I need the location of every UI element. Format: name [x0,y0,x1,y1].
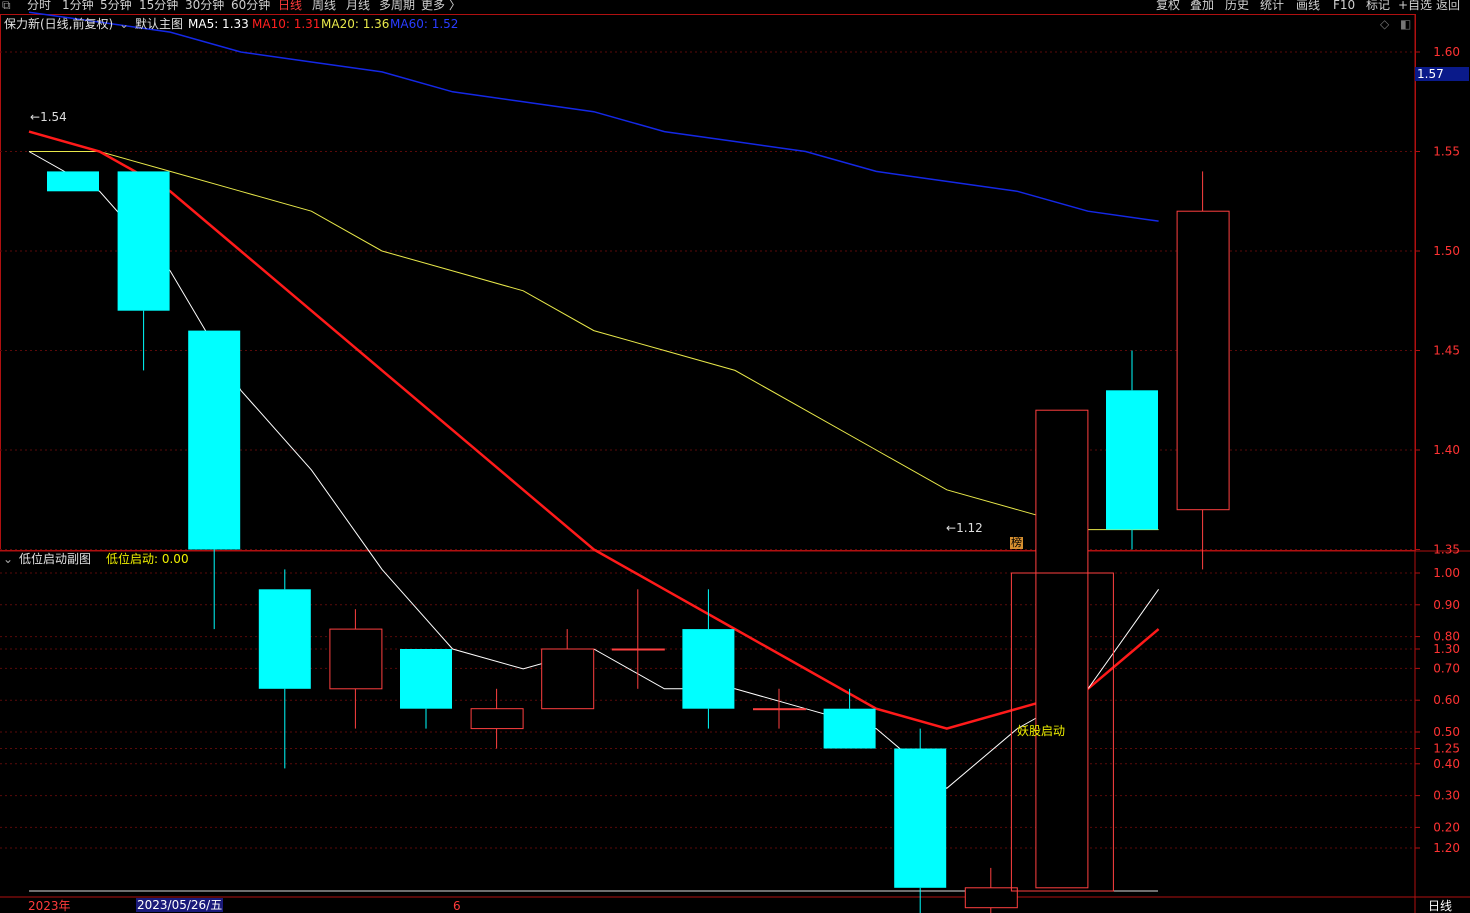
y-tick-label: 1.55 [1433,145,1460,159]
candle-body [47,171,99,192]
period-tab[interactable]: 日线 [1428,899,1452,913]
y-tick-label: 0.60 [1433,693,1460,707]
y-tick-label: 1.30 [1433,642,1460,656]
candle-body [894,748,947,888]
high-price-mark: ←1.54 [30,110,67,124]
ma60-label: MA60: 1.52 [390,17,459,31]
ma5-label: MA5: 1.33 [188,17,249,31]
y-tick-label: 1.35 [1433,543,1460,557]
signal-text: 妖股启动 [1017,724,1066,738]
chevron-down-icon[interactable]: ⌄ [3,552,13,566]
ma10-label: MA10: 1.31 [252,17,321,31]
stock-title[interactable]: 保力新(日线,前复权) [4,17,113,31]
y-tick-label: 1.60 [1433,45,1460,59]
last-price-tag: 1.57 [1415,67,1469,81]
candle-body [823,708,876,749]
candle-body [1106,390,1158,530]
sub-panel-title[interactable]: 低位启动副图 [19,552,91,566]
candle-body [964,887,1018,909]
candle-body [188,330,241,550]
candle-body [1176,210,1230,511]
year-label: 2023年 [28,899,71,913]
candle-body [753,708,806,711]
y-tick-label: 0.80 [1433,630,1460,644]
chart-canvas: 1.601.551.501.451.401.351.301.251.201.15… [0,11,1470,913]
candle-body [682,629,735,709]
y-tick-label: 1.25 [1433,742,1460,756]
diamond-icon[interactable]: ◇ [1380,17,1389,31]
y-tick-label: 0.20 [1433,820,1460,834]
y-tick-label: 0.40 [1433,757,1460,771]
ma60-line [28,11,1159,222]
sub-panel-value: 低位启动: 0.00 [106,552,189,566]
y-tick-label: 0.90 [1433,598,1460,612]
candle-body [470,708,524,730]
y-tick-label: 0.50 [1433,725,1460,739]
y-tick-label: 1.40 [1433,443,1460,457]
candle-body [541,648,595,710]
bang-badge[interactable]: 榜 [1010,537,1023,549]
low-price-mark: ←1.12 [946,521,983,535]
y-tick-label: 0.30 [1433,789,1460,803]
chevron-down-icon[interactable]: ⌄ [119,17,129,31]
candle-body [400,649,452,709]
y-tick-label: 1.45 [1433,344,1460,358]
y-tick-label: 1.50 [1433,244,1460,258]
candle-body [117,171,170,311]
y-tick-label: 0.70 [1433,661,1460,675]
cursor-date: 2023/05/26/五 [136,898,224,912]
ma20-label: MA20: 1.36 [321,17,390,31]
candle-body [329,628,383,690]
candle-body [258,589,311,689]
collapse-icon[interactable]: ◧ [1400,17,1411,31]
month-tick: 6 [453,899,461,913]
candle-body [611,648,665,651]
y-tick-label: 1.00 [1433,566,1460,580]
y-tick-label: 1.20 [1433,841,1460,855]
template-selector[interactable]: 默认主图 [135,17,183,31]
candle-body [1035,409,1089,889]
